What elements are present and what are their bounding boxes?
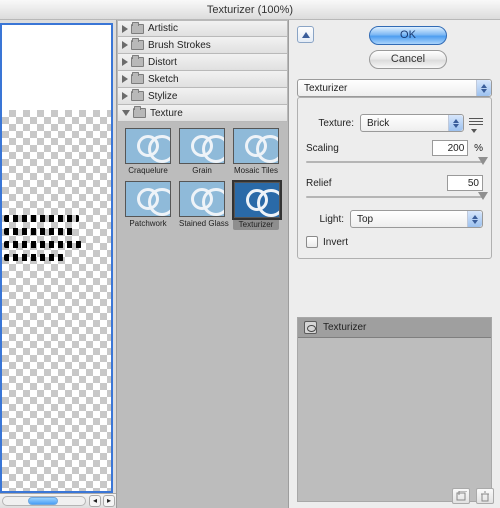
- light-label: Light:: [306, 214, 344, 225]
- thumb-label: Texturizer: [234, 220, 278, 229]
- thumb-craquelure[interactable]: Craquelure: [125, 128, 171, 175]
- filter-select[interactable]: Texturizer: [297, 79, 492, 97]
- category-row-artistic[interactable]: Artistic: [117, 20, 288, 37]
- scaling-label: Scaling: [306, 143, 339, 154]
- thumb-image: [179, 181, 225, 217]
- texture-flyout-icon[interactable]: [469, 118, 483, 128]
- category-row-distort[interactable]: Distort: [117, 54, 288, 71]
- stepper-icon: [448, 115, 463, 131]
- transparency-checker: [2, 110, 111, 491]
- effect-layer-label: Texturizer: [323, 322, 366, 333]
- trash-icon: [480, 491, 490, 502]
- new-effect-layer-button[interactable]: [452, 488, 470, 504]
- invert-label: Invert: [323, 237, 348, 248]
- filter-gallery-window: Texturizer (100%) ◂ ▸ Artistic Brush Stro…: [0, 0, 500, 508]
- thumb-image: [233, 128, 279, 164]
- new-layer-icon: [456, 491, 467, 501]
- effect-layer-row[interactable]: Texturizer: [298, 318, 491, 338]
- visibility-eye-icon[interactable]: [304, 321, 317, 334]
- light-select-value: Top: [357, 214, 373, 225]
- category-label: Stylize: [148, 91, 177, 102]
- thumb-label: Patchwork: [125, 219, 171, 228]
- disclosure-right-icon: [122, 25, 128, 33]
- ok-button[interactable]: OK: [369, 26, 447, 45]
- texture-select[interactable]: Brick: [360, 114, 464, 132]
- scroll-right-button[interactable]: ▸: [103, 495, 115, 507]
- scroll-left-button[interactable]: ◂: [89, 495, 101, 507]
- percent-label: %: [474, 143, 483, 154]
- preview-pane: ◂ ▸: [0, 20, 117, 508]
- category-row-stylize[interactable]: Stylize: [117, 88, 288, 105]
- folder-icon: [131, 91, 144, 101]
- thumb-image: [125, 181, 171, 217]
- window-body: ◂ ▸ Artistic Brush Strokes Distort Sketch St…: [0, 20, 500, 508]
- relief-slider[interactable]: [306, 194, 483, 200]
- light-select[interactable]: Top: [350, 210, 483, 228]
- thumb-label: Stained Glass: [179, 219, 225, 228]
- disclosure-right-icon: [122, 75, 128, 83]
- filter-options-panel: Texture: Brick Scaling %: [297, 97, 492, 259]
- thumb-texturizer[interactable]: Texturizer: [233, 181, 279, 230]
- category-row-brush-strokes[interactable]: Brush Strokes: [117, 37, 288, 54]
- category-label: Texture: [150, 108, 183, 119]
- effect-layers-panel: Texturizer: [297, 317, 492, 502]
- category-row-sketch[interactable]: Sketch: [117, 71, 288, 88]
- disclosure-right-icon: [122, 41, 128, 49]
- filter-select-value: Texturizer: [304, 83, 347, 94]
- category-list: Artistic Brush Strokes Distort Sketch Styliz…: [117, 20, 288, 122]
- thumb-label: Mosaic Tiles: [233, 166, 279, 175]
- category-label: Distort: [148, 57, 177, 68]
- thumb-patchwork[interactable]: Patchwork: [125, 181, 171, 230]
- thumb-image: [125, 128, 171, 164]
- texture-thumbnails: Craquelure Grain Mosaic Tiles Patchwork Stai…: [117, 122, 288, 240]
- preview-canvas[interactable]: [0, 23, 113, 493]
- chevron-up-icon: [302, 32, 310, 38]
- category-label: Sketch: [148, 74, 179, 85]
- folder-icon: [131, 57, 144, 67]
- scrollbar-thumb[interactable]: [28, 497, 58, 505]
- relief-label: Relief: [306, 178, 332, 189]
- slider-thumb[interactable]: [478, 157, 488, 165]
- invert-checkbox[interactable]: [306, 236, 318, 248]
- thumb-label: Craquelure: [125, 166, 171, 175]
- disclosure-right-icon: [122, 92, 128, 100]
- folder-icon: [131, 74, 144, 84]
- slider-thumb[interactable]: [478, 192, 488, 200]
- delete-effect-layer-button[interactable]: [476, 488, 494, 504]
- disclosure-down-icon: [122, 110, 130, 116]
- thumb-label: Grain: [179, 166, 225, 175]
- thumb-stained-glass[interactable]: Stained Glass: [179, 181, 225, 230]
- texture-select-value: Brick: [367, 118, 389, 129]
- category-row-texture[interactable]: Texture: [117, 105, 288, 122]
- preview-content: [4, 215, 84, 267]
- disclosure-right-icon: [122, 58, 128, 66]
- stepper-icon: [476, 80, 491, 96]
- settings-pane: OK Cancel Texturizer Texture: Brick: [289, 20, 500, 508]
- thumb-mosaic-tiles[interactable]: Mosaic Tiles: [233, 128, 279, 175]
- collapse-categories-button[interactable]: [297, 26, 314, 43]
- folder-icon: [131, 40, 144, 50]
- thumb-grain[interactable]: Grain: [179, 128, 225, 175]
- stepper-icon: [467, 211, 482, 227]
- cancel-button[interactable]: Cancel: [369, 50, 447, 69]
- folder-icon: [131, 24, 144, 34]
- category-label: Artistic: [148, 23, 178, 34]
- preview-h-scrollbar[interactable]: ◂ ▸: [0, 493, 116, 508]
- thumb-image: [179, 128, 225, 164]
- thumb-image: [234, 182, 280, 218]
- relief-input[interactable]: [447, 175, 483, 191]
- folder-icon: [133, 108, 146, 118]
- filter-categories-pane: Artistic Brush Strokes Distort Sketch Styliz…: [117, 20, 289, 508]
- scaling-slider[interactable]: [306, 159, 483, 165]
- window-title: Texturizer (100%): [0, 0, 500, 20]
- scaling-input[interactable]: [432, 140, 468, 156]
- category-label: Brush Strokes: [148, 40, 211, 51]
- texture-label: Texture:: [306, 118, 354, 129]
